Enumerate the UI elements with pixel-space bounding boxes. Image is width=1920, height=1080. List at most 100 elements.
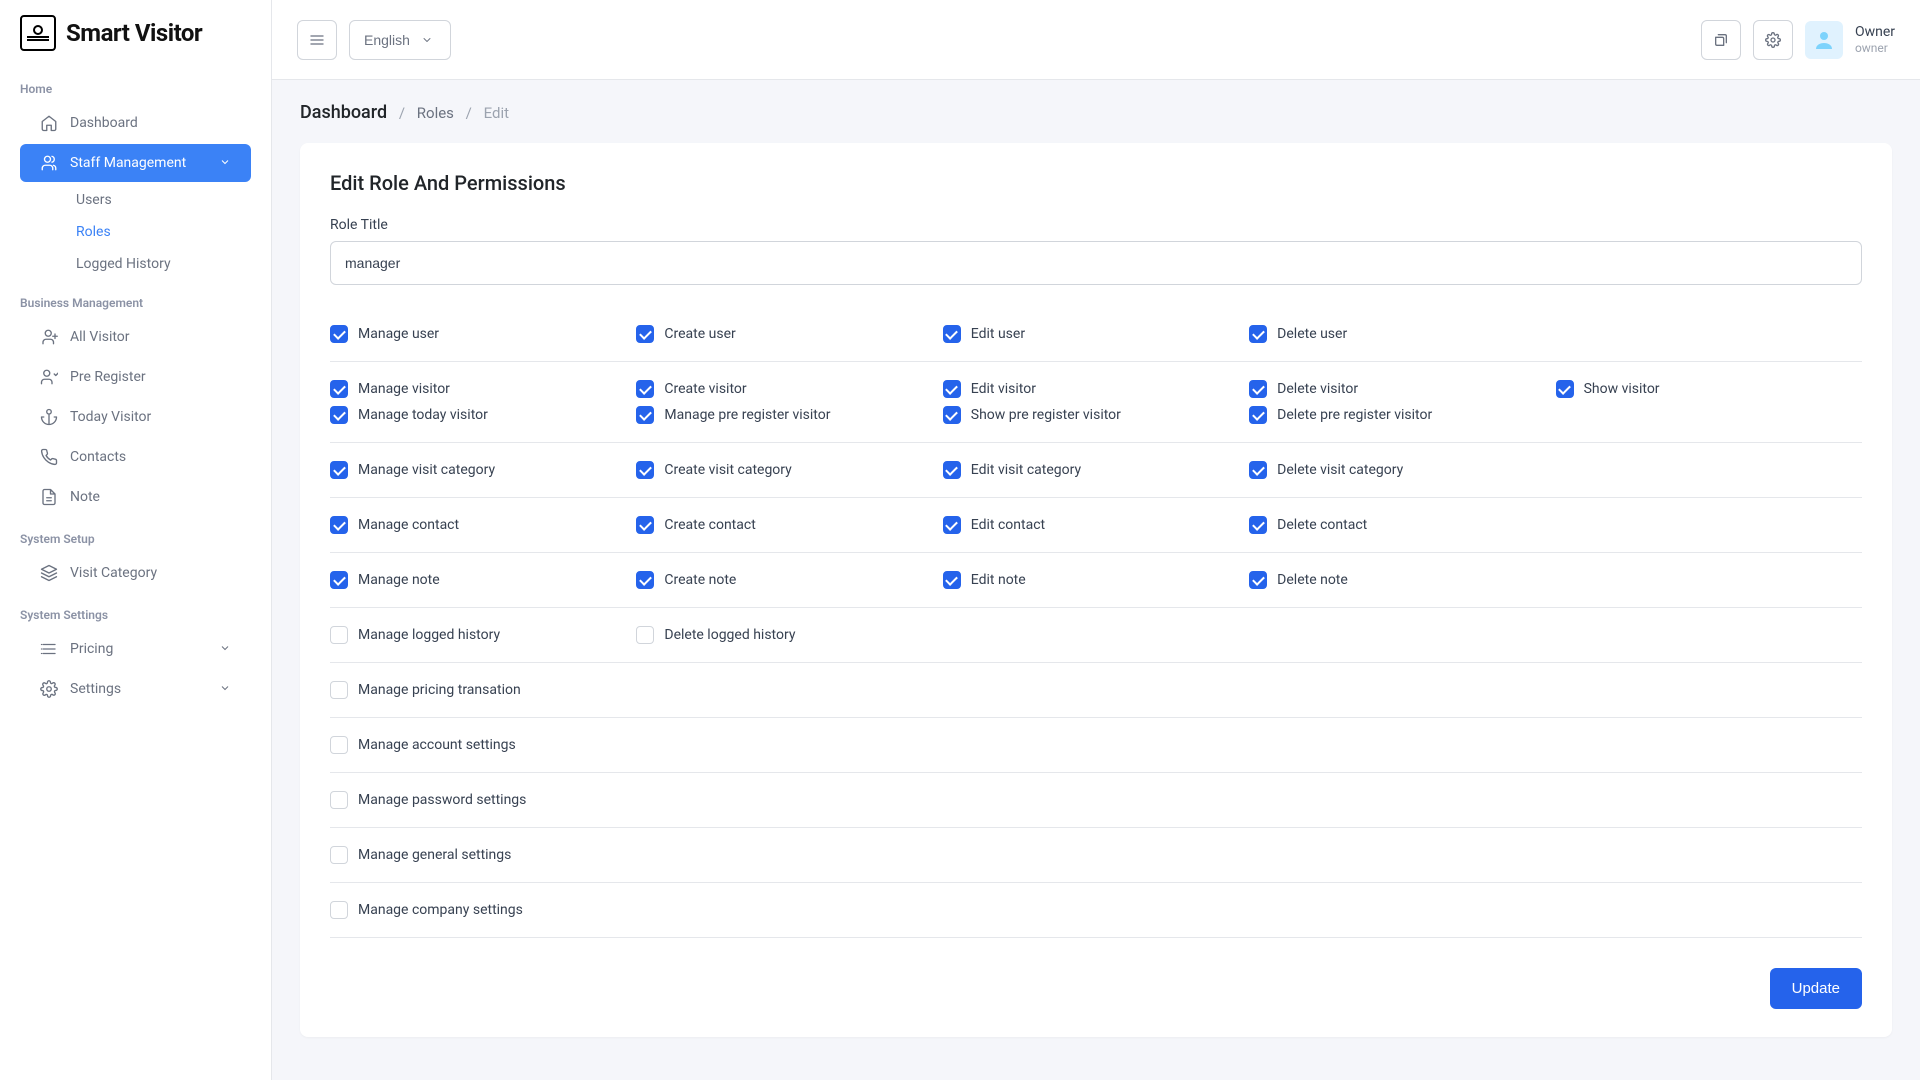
role-title-input[interactable] [330,241,1862,285]
permission-item: Manage visit category [330,457,636,483]
sidebar-item-label: Note [70,489,100,505]
permission-label: Edit visit category [971,462,1081,478]
chevron-down-icon [219,156,231,171]
permission-item: Manage visitor [330,376,636,402]
permission-checkbox[interactable] [1556,380,1574,398]
visitor-icon [40,328,58,346]
permission-checkbox[interactable] [1249,380,1267,398]
nav-section-label: System Settings [0,602,271,628]
sidebar-subitem-roles[interactable]: Roles [20,216,251,248]
permission-checkbox[interactable] [943,325,961,343]
permission-label: Edit contact [971,517,1045,533]
sidebar-item-dashboard[interactable]: Dashboard [20,104,251,142]
sidebar-item-all-visitor[interactable]: All Visitor [20,318,251,356]
copy-button[interactable] [1701,20,1741,60]
permission-checkbox[interactable] [1249,516,1267,534]
settings-button[interactable] [1753,20,1793,60]
sidebar-item-contacts[interactable]: Contacts [20,438,251,476]
permission-label: Manage user [358,326,439,342]
permission-checkbox[interactable] [330,571,348,589]
permission-checkbox[interactable] [1249,325,1267,343]
sidebar-item-visit-category[interactable]: Visit Category [20,554,251,592]
permission-label: Manage logged history [358,627,500,643]
sidebar-subitem-users[interactable]: Users [20,184,251,216]
permission-label: Manage account settings [358,737,516,753]
permission-label: Manage contact [358,517,459,533]
brand-name: Smart Visitor [66,19,202,47]
permission-row: Manage company settings [330,883,1862,938]
sidebar-item-today-visitor[interactable]: Today Visitor [20,398,251,436]
permission-checkbox[interactable] [636,325,654,343]
nav-section-label: System Setup [0,526,271,552]
permission-label: Manage password settings [358,792,526,808]
sidebar-item-label: Pricing [70,641,113,657]
sidebar-item-pre-register[interactable]: Pre Register [20,358,251,396]
permission-checkbox[interactable] [943,380,961,398]
permission-checkbox[interactable] [330,325,348,343]
menu-icon [308,31,326,49]
sidebar-subitem-logged-history[interactable]: Logged History [20,248,251,280]
permission-item: Delete note [1249,567,1555,593]
sidebar-item-note[interactable]: Note [20,478,251,516]
breadcrumb-mid[interactable]: Roles [417,104,454,122]
breadcrumb-current: Edit [484,104,509,122]
chevron-down-icon [219,642,231,657]
permission-checkbox[interactable] [636,516,654,534]
permission-checkbox[interactable] [330,736,348,754]
permission-item: Manage general settings [330,842,636,868]
permission-checkbox[interactable] [330,791,348,809]
permission-item: Manage company settings [330,897,636,923]
permission-checkbox[interactable] [943,571,961,589]
permission-item: Manage today visitor [330,402,636,428]
breadcrumb-root[interactable]: Dashboard [300,102,387,123]
permission-item: Manage pricing transation [330,677,636,703]
permission-checkbox[interactable] [1249,461,1267,479]
permission-checkbox[interactable] [1249,571,1267,589]
permission-checkbox[interactable] [636,461,654,479]
sidebar-item-pricing[interactable]: Pricing [20,630,251,668]
permission-checkbox[interactable] [330,846,348,864]
permission-label: Delete pre register visitor [1277,407,1432,423]
permission-checkbox[interactable] [636,406,654,424]
permission-checkbox[interactable] [636,571,654,589]
permission-checkbox[interactable] [943,406,961,424]
avatar[interactable] [1805,21,1843,59]
logo[interactable]: Smart Visitor [0,0,271,66]
update-button[interactable]: Update [1770,968,1862,1009]
permission-item: Create user [636,321,942,347]
language-dropdown[interactable]: English [349,20,451,60]
permission-label: Manage pre register visitor [664,407,830,423]
permission-checkbox[interactable] [330,380,348,398]
permission-item: Show visitor [1556,376,1862,402]
permission-label: Delete contact [1277,517,1367,533]
sidebar-item-staff-management[interactable]: Staff Management [20,144,251,182]
sidebar-item-label: Staff Management [70,155,186,171]
user-info[interactable]: Owner owner [1855,23,1895,57]
menu-toggle-button[interactable] [297,20,337,60]
permission-checkbox[interactable] [330,626,348,644]
permission-checkbox[interactable] [636,626,654,644]
permission-checkbox[interactable] [1249,406,1267,424]
permission-item: Delete visit category [1249,457,1555,483]
permission-item: Manage account settings [330,732,636,758]
permission-checkbox[interactable] [943,461,961,479]
permission-row: Manage logged historyDelete logged histo… [330,608,1862,663]
pre-icon [40,368,58,386]
permission-checkbox[interactable] [330,516,348,534]
permission-checkbox[interactable] [943,516,961,534]
permission-label: Create user [664,326,735,342]
permission-label: Manage visit category [358,462,495,478]
permission-row: Manage general settings [330,828,1862,883]
permission-checkbox[interactable] [330,406,348,424]
permissions-list: Manage user Create user Edit user Delete us… [330,307,1862,938]
permission-checkbox[interactable] [636,380,654,398]
permission-label: Delete user [1277,326,1347,342]
page-title: Edit Role And Permissions [330,171,1862,195]
permission-checkbox[interactable] [330,901,348,919]
permission-label: Edit user [971,326,1025,342]
sidebar-item-settings[interactable]: Settings [20,670,251,708]
permission-checkbox[interactable] [330,681,348,699]
permission-row: Manage pricing transation [330,663,1862,718]
permission-checkbox[interactable] [330,461,348,479]
sidebar-item-label: Today Visitor [70,409,151,425]
